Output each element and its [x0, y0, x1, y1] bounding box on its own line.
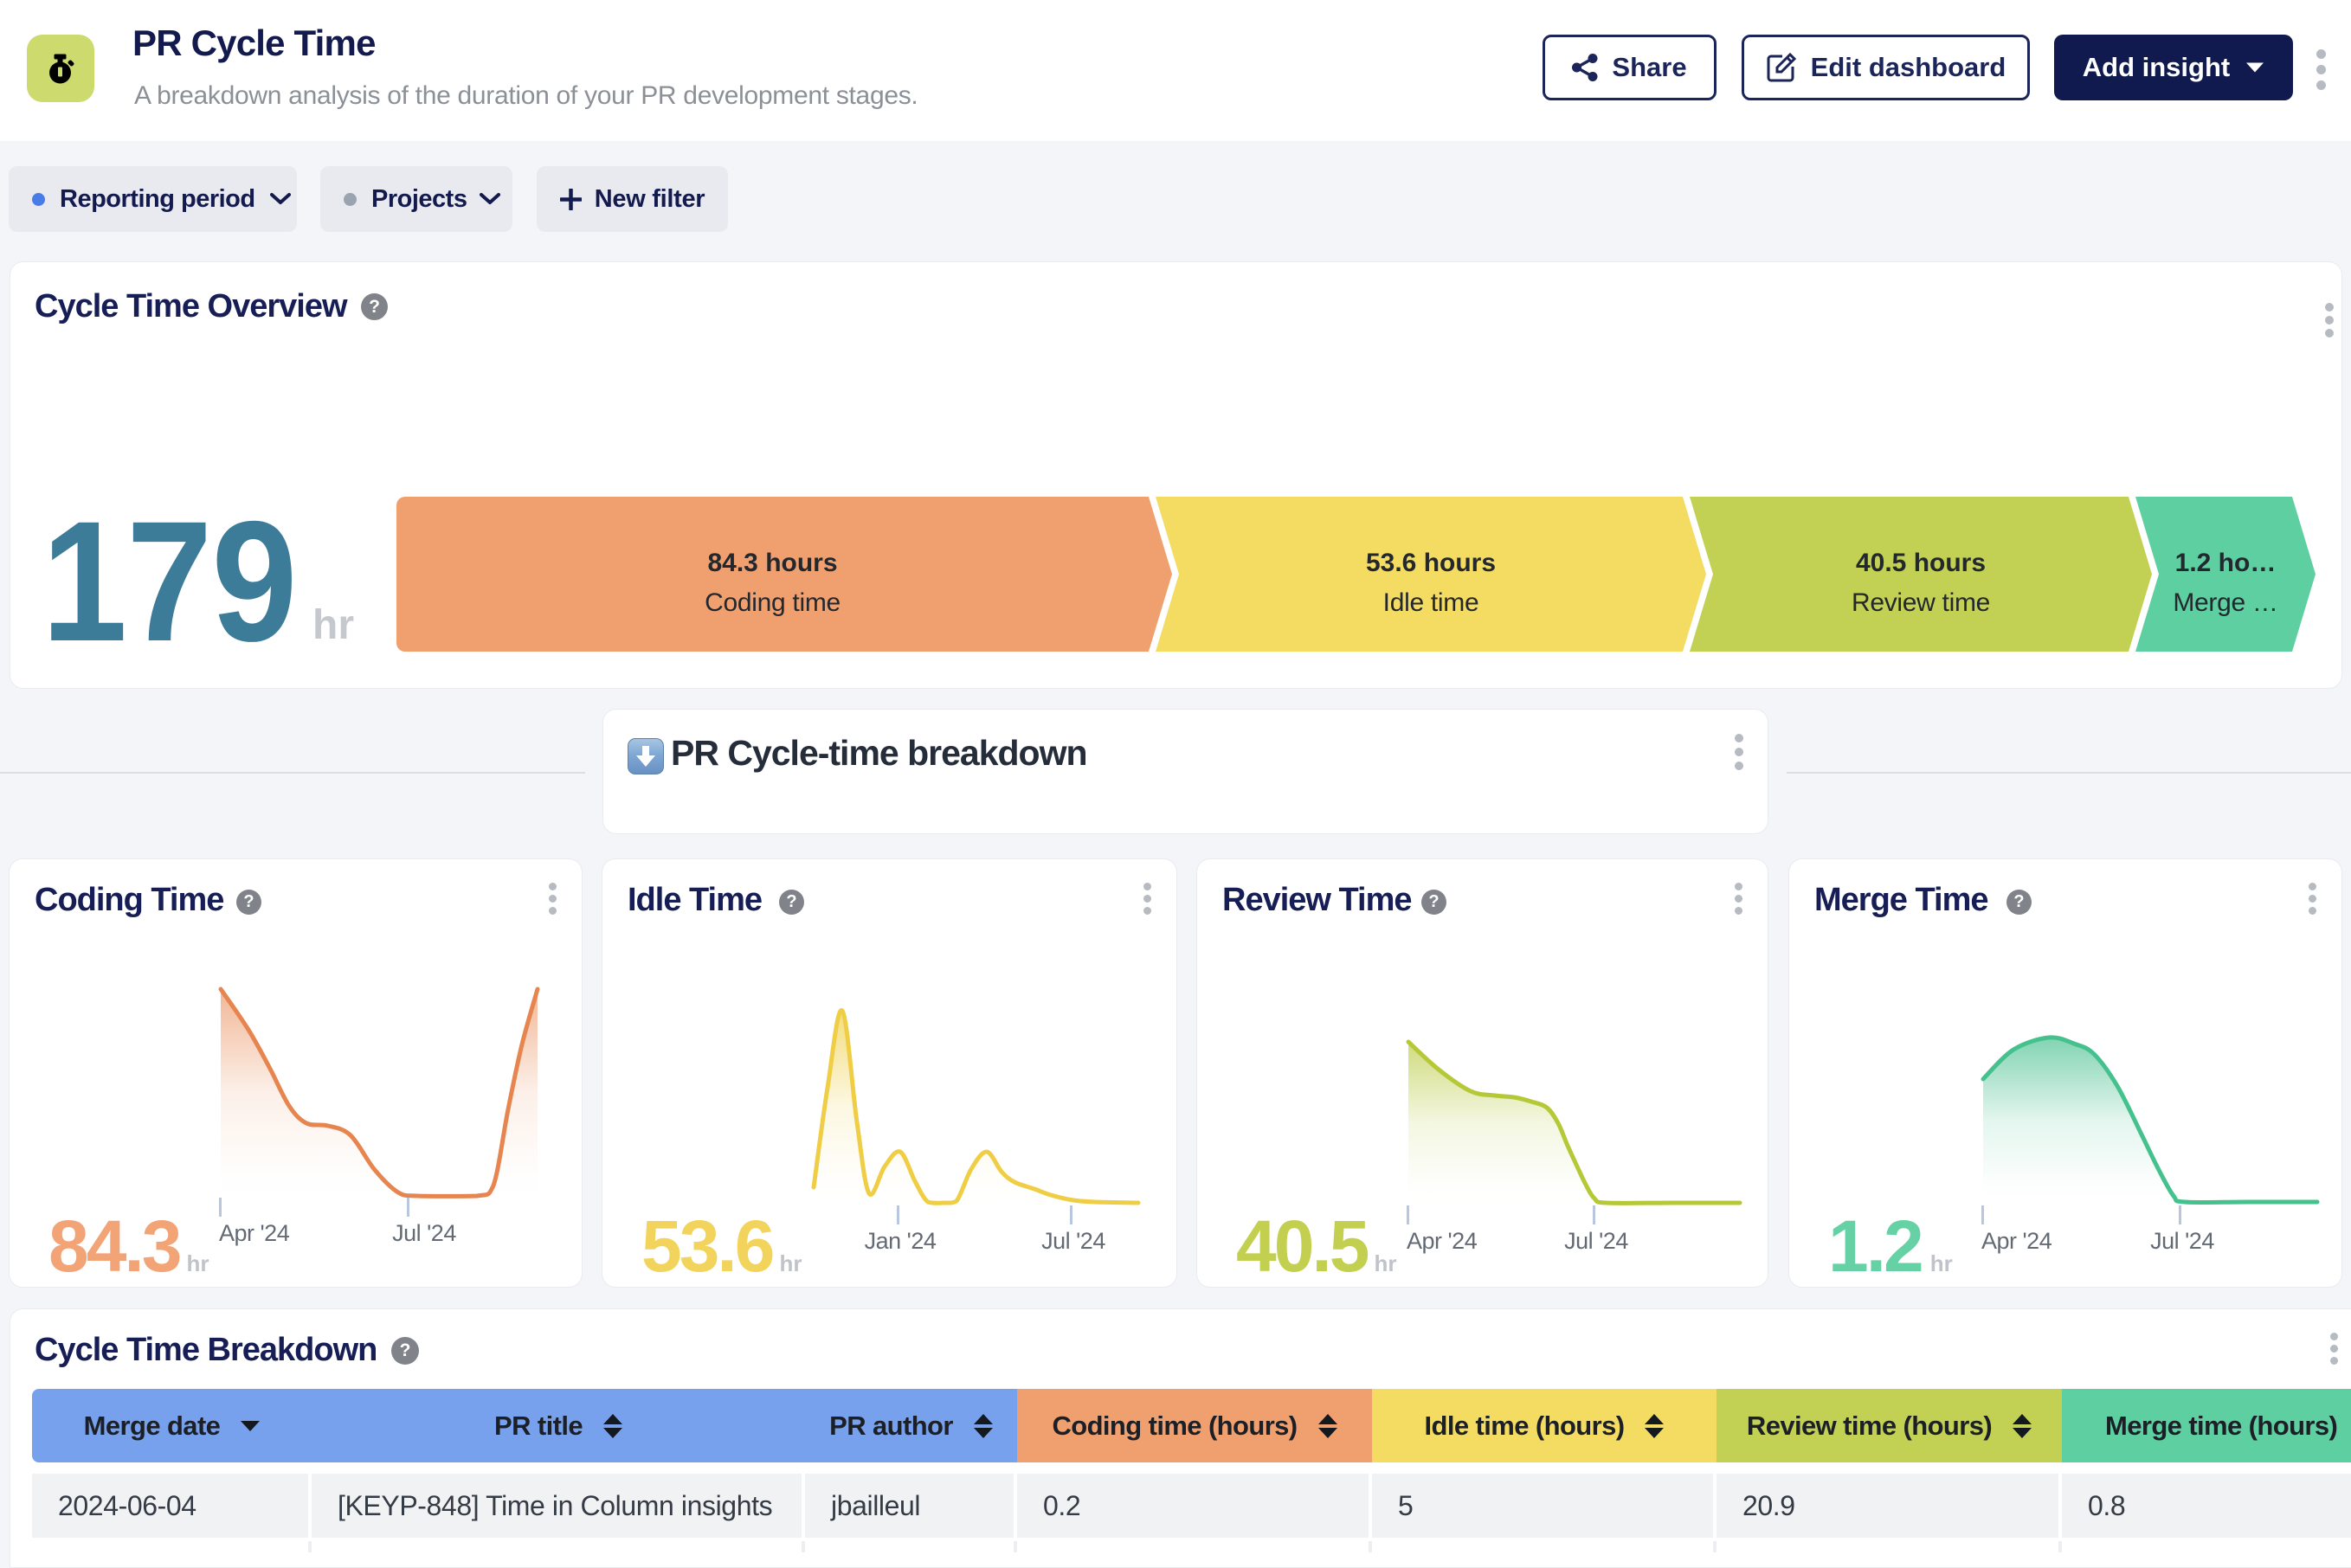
svg-text:Jul '24: Jul '24 — [1564, 1228, 1628, 1254]
svg-text:Apr '24: Apr '24 — [219, 1220, 290, 1246]
svg-text:Apr '24: Apr '24 — [1407, 1228, 1478, 1254]
svg-text:Jan '24: Jan '24 — [865, 1228, 937, 1254]
svg-text:Jul '24: Jul '24 — [392, 1220, 456, 1246]
svg-text:Jul '24: Jul '24 — [1041, 1228, 1105, 1254]
svg-text:Jul '24: Jul '24 — [2150, 1228, 2214, 1254]
svg-text:Apr '24: Apr '24 — [1981, 1228, 2052, 1254]
